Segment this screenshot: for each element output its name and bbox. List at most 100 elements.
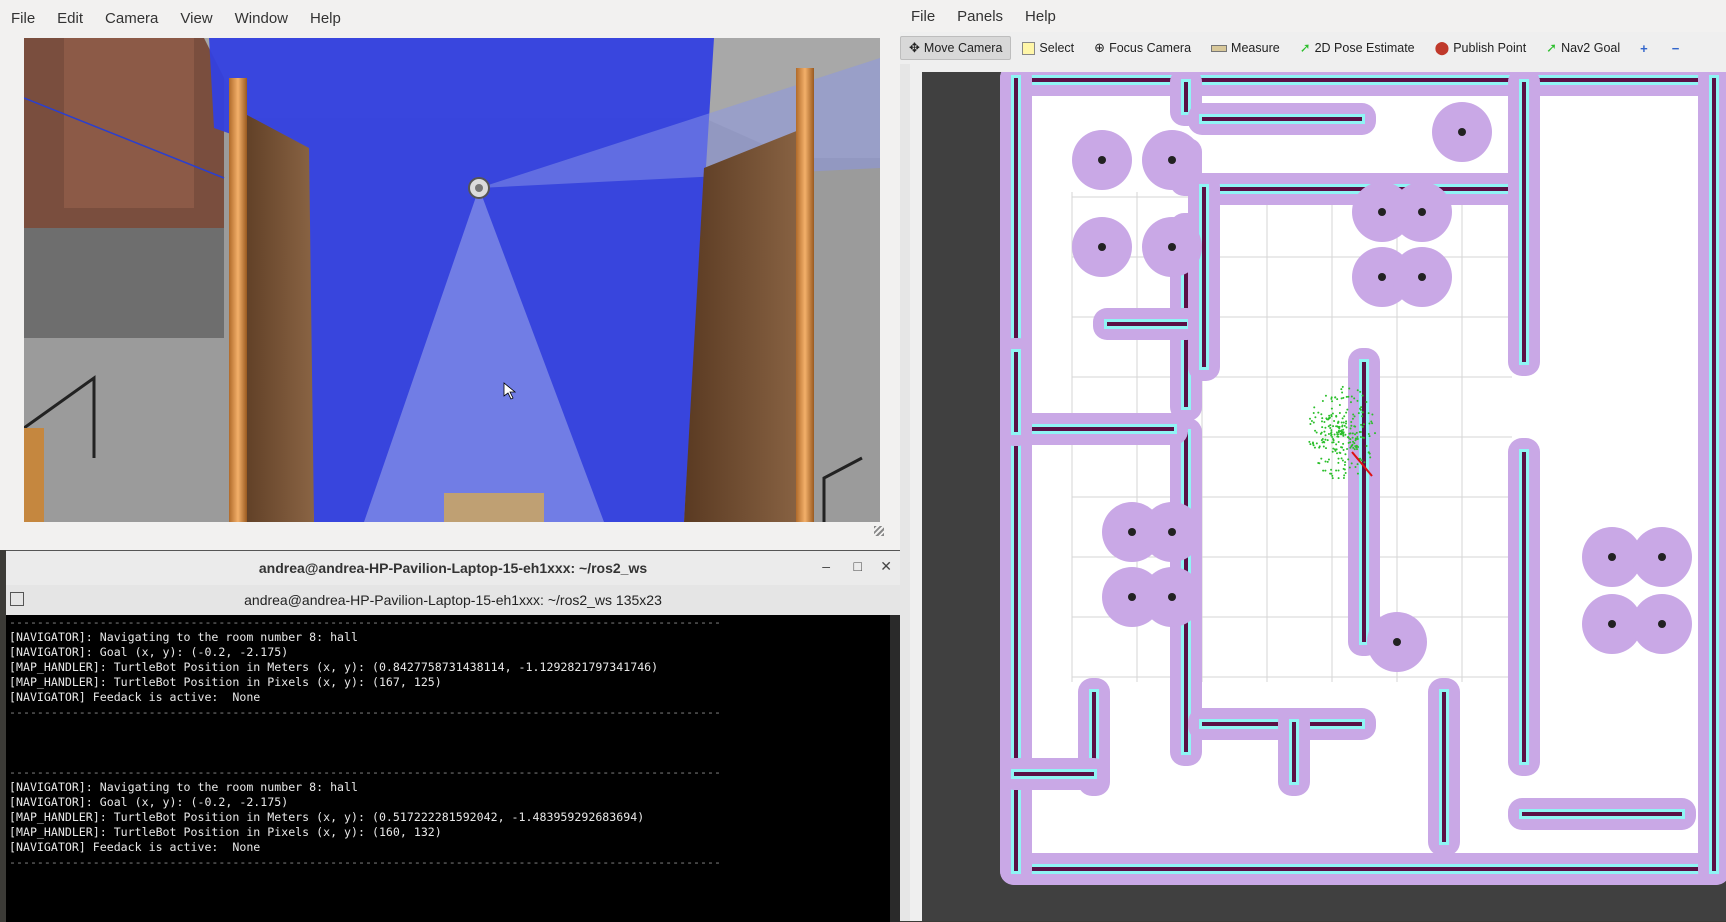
pose-particle <box>1338 427 1341 430</box>
map-wall <box>1014 867 1716 871</box>
pose-particle <box>1341 385 1344 388</box>
pose-particle <box>1335 469 1338 472</box>
rviz-menubar: File Panels Help <box>900 0 1726 32</box>
pose-particle <box>1337 469 1340 472</box>
map-wall <box>1362 362 1366 642</box>
obstacle <box>1458 128 1466 136</box>
tool-2d-pose-estimate[interactable]: ➚ 2D Pose Estimate <box>1291 36 1424 60</box>
pose-particle <box>1357 412 1360 415</box>
pose-particle <box>1326 439 1329 442</box>
pose-particle <box>1356 389 1359 392</box>
pose-particle <box>1324 460 1327 463</box>
rviz-menu-help[interactable]: Help <box>1014 8 1067 25</box>
terminal-line: ----------------------------------------… <box>9 855 721 869</box>
terminal-line: [NAVIGATOR]: Goal (x, y): (-0.2, -2.175) <box>9 795 289 809</box>
rviz-menu-file[interactable]: File <box>900 8 946 25</box>
remove-tool-button[interactable]: − <box>1663 37 1693 60</box>
pose-particle <box>1345 395 1348 398</box>
pose-particle <box>1342 396 1345 399</box>
pose-particle <box>1327 458 1330 461</box>
pose-particle <box>1342 442 1345 445</box>
new-tab-icon[interactable] <box>10 592 24 606</box>
pose-particle <box>1332 441 1335 444</box>
pose-particle <box>1336 433 1339 436</box>
pose-particle <box>1344 461 1347 464</box>
gazebo-menu-help[interactable]: Help <box>299 10 352 27</box>
tool-publish-point[interactable]: ⬤ Publish Point <box>1426 36 1536 60</box>
pose-particle <box>1363 461 1366 464</box>
close-icon[interactable]: ✕ <box>880 558 892 575</box>
rviz-3d-view[interactable] <box>922 72 1726 921</box>
terminal-output[interactable]: ----------------------------------------… <box>6 615 890 922</box>
pose-particle <box>1338 411 1341 414</box>
pose-particle <box>1334 396 1337 399</box>
gazebo-menu-camera[interactable]: Camera <box>94 10 169 27</box>
tool-label: Move Camera <box>923 41 1003 55</box>
pose-particle <box>1324 469 1327 472</box>
gazebo-menu-file[interactable]: File <box>0 10 46 27</box>
pose-particle <box>1310 419 1313 422</box>
add-tool-button[interactable]: + <box>1631 37 1661 60</box>
pillar-right <box>796 68 814 522</box>
pose-particle <box>1337 440 1340 443</box>
obstacle <box>1168 528 1176 536</box>
pose-particle <box>1333 420 1336 423</box>
gazebo-menu-window[interactable]: Window <box>224 10 299 27</box>
tool-nav2-goal[interactable]: ➚ Nav2 Goal <box>1537 36 1629 60</box>
rviz-collapsed-panel[interactable] <box>900 64 910 921</box>
pose-particle <box>1343 474 1346 477</box>
gazebo-menu-edit[interactable]: Edit <box>46 10 94 27</box>
gazebo-3d-viewport[interactable] <box>24 38 880 522</box>
tool-measure[interactable]: Measure <box>1202 37 1289 59</box>
pose-particle <box>1337 435 1340 438</box>
pose-particle <box>1353 415 1356 418</box>
pose-particle <box>1342 476 1345 479</box>
pose-particle <box>1331 400 1334 403</box>
pose-particle <box>1341 417 1344 420</box>
map-wall <box>1014 352 1018 432</box>
gazebo-scene <box>24 38 880 522</box>
tool-label: Publish Point <box>1453 41 1527 55</box>
resize-grip-icon[interactable] <box>874 526 884 536</box>
pose-particle <box>1337 457 1340 460</box>
obstacle <box>1608 620 1616 628</box>
pose-particle <box>1359 390 1362 393</box>
pose-particle <box>1340 457 1343 460</box>
tool-focus-camera[interactable]: ⊕ Focus Camera <box>1085 36 1200 60</box>
pose-particle <box>1344 453 1347 456</box>
minimize-icon[interactable]: – <box>822 558 830 574</box>
obstacle <box>1168 156 1176 164</box>
pose-particle <box>1328 416 1331 419</box>
map-wall <box>1522 452 1526 762</box>
pose-particle <box>1358 431 1361 434</box>
pose-particle <box>1322 469 1325 472</box>
pose-particle <box>1342 467 1345 470</box>
pose-particle <box>1324 394 1327 397</box>
rviz-menu-panels[interactable]: Panels <box>946 8 1014 25</box>
terminal-tab-title[interactable]: andrea@andrea-HP-Pavilion-Laptop-15-eh1x… <box>244 592 662 608</box>
pose-particle <box>1356 399 1359 402</box>
tool-move-camera[interactable]: ✥ Move Camera <box>900 36 1012 60</box>
pose-particle <box>1321 417 1324 420</box>
terminal-scrollbar[interactable] <box>890 615 900 922</box>
maximize-icon[interactable]: □ <box>854 558 862 574</box>
terminal-line: [NAVIGATOR]: Goal (x, y): (-0.2, -2.175) <box>9 645 289 659</box>
tool-select[interactable]: Select <box>1013 37 1083 59</box>
publish-point-icon: ⬤ <box>1434 40 1450 55</box>
pose-particle <box>1349 401 1352 404</box>
map-wall <box>1442 692 1446 842</box>
map-wall <box>1014 78 1716 82</box>
map-wall <box>1014 772 1094 776</box>
pose-particle <box>1332 425 1335 428</box>
terminal-titlebar[interactable]: andrea@andrea-HP-Pavilion-Laptop-15-eh1x… <box>6 551 900 585</box>
gazebo-menu-view[interactable]: View <box>169 10 223 27</box>
terminal-line: [NAVIGATOR] Feedack is active: None <box>9 690 261 704</box>
pose-particle <box>1354 433 1357 436</box>
map-wall <box>1292 722 1296 782</box>
pose-particle <box>1335 414 1338 417</box>
pose-particle <box>1322 445 1325 448</box>
pose-particle <box>1368 422 1371 425</box>
pose-particle <box>1360 423 1363 426</box>
terminal-title: andrea@andrea-HP-Pavilion-Laptop-15-eh1x… <box>258 560 648 576</box>
